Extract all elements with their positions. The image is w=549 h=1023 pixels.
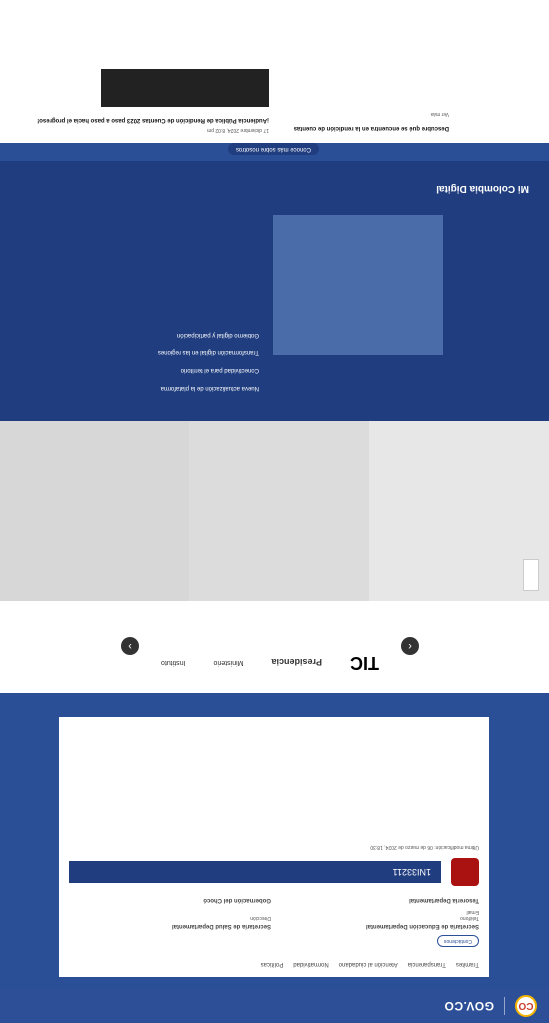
news-title: ¡Audiencia Pública de Rendición de Cuent…: [37, 117, 269, 123]
news-2-title: Descubre qué se encuentra en la rendició…: [293, 125, 449, 131]
contact-button[interactable]: Contáctenos: [436, 935, 479, 948]
partner-tic-logo-icon: TIC: [350, 653, 379, 673]
badge-row: 1NI33211: [69, 857, 479, 886]
media-item-1[interactable]: Nueva actualización de la plataforma: [19, 383, 259, 391]
map-tile-2: [189, 421, 369, 601]
news-section: Descubre qué se encuentra en la rendició…: [0, 0, 549, 143]
carousel-prev-button[interactable]: ‹: [401, 637, 419, 655]
gov-logo-icon[interactable]: CO: [515, 995, 537, 1017]
section-title-text: Mi Colombia Digital: [436, 183, 529, 194]
link-5[interactable]: Políticas: [261, 959, 284, 967]
media-item-4[interactable]: Gobierno digital y participación: [19, 330, 259, 338]
map-tile-1: [369, 421, 549, 601]
note-treasury: Tesorería Departamental: [409, 897, 479, 904]
note-education: Secretaría de Educación Departamental: [365, 923, 479, 930]
carousel-next-button[interactable]: ›: [121, 637, 139, 655]
partner-presidencia-logo-icon: Presidencia: [271, 657, 322, 668]
badge-strip: 1NI33211: [69, 860, 441, 883]
news-card-1[interactable]: 17 diciembre 2024, 8:02 pm ¡Audiencia Pú…: [19, 69, 269, 133]
media-item-3[interactable]: Transformación digital en las regiones: [19, 348, 259, 355]
map-tile-3: [0, 421, 189, 601]
news-card-2[interactable]: Descubre qué se encuentra en la rendició…: [289, 111, 449, 131]
contact-row: Contáctenos: [69, 935, 479, 953]
partners-carousel: ‹ › TIC Presidencia Ministerio Instituto: [0, 601, 549, 693]
link-4[interactable]: Normatividad: [293, 959, 328, 967]
link-3[interactable]: Atención al ciudadano: [339, 959, 398, 967]
media-list: Nueva actualización de la plataforma Con…: [19, 320, 259, 391]
link-1[interactable]: Tramites: [456, 959, 479, 967]
conoce-button[interactable]: Conoce más sobre nosotros: [227, 143, 319, 155]
top-links: Tramites Transparencia Atención al ciuda…: [69, 959, 479, 967]
media-item-2[interactable]: Conectividad para el territorio: [19, 365, 259, 373]
logo-label: CO: [518, 1000, 534, 1012]
top-bar: CO GOV.CO: [0, 989, 549, 1023]
news-read-more[interactable]: Ver más: [289, 111, 449, 117]
email-label: Email: [466, 909, 479, 916]
divider: [504, 997, 505, 1015]
map-section[interactable]: [0, 421, 549, 601]
last-updated: Última modificación: 06 de marzo de 2024…: [370, 843, 479, 850]
shield-logo-icon: [451, 857, 479, 886]
featured-video-thumb[interactable]: [273, 215, 443, 355]
media-section: Mi Colombia Digital Nueva actualización …: [0, 161, 549, 421]
note-health: Secretaría de Salud Departamental: [171, 923, 271, 930]
news-image: [101, 69, 269, 108]
link-2[interactable]: Transparencia: [408, 959, 446, 967]
partner-instituto-logo-icon: Instituto: [161, 659, 186, 666]
conoce-button-wrap: Conoce más sobre nosotros: [227, 143, 319, 161]
badge-code: 1NI33211: [392, 866, 431, 877]
partner-logos: TIC Presidencia Ministerio Instituto: [161, 652, 379, 673]
contact-grid: Secretaría de Educación Departamental Te…: [69, 896, 479, 930]
gov-brand[interactable]: GOV.CO: [444, 999, 494, 1013]
news-date: 17 diciembre 2024, 8:02 pm: [207, 127, 269, 133]
map-zoom-controls[interactable]: [523, 559, 539, 591]
section-title: Mi Colombia Digital: [436, 181, 529, 199]
note-gobernacion: Gobernación del Chocó: [203, 897, 271, 904]
info-card: Tramites Transparencia Atención al ciuda…: [59, 717, 489, 977]
partner-ministerio-logo-icon: Ministerio: [213, 659, 244, 666]
